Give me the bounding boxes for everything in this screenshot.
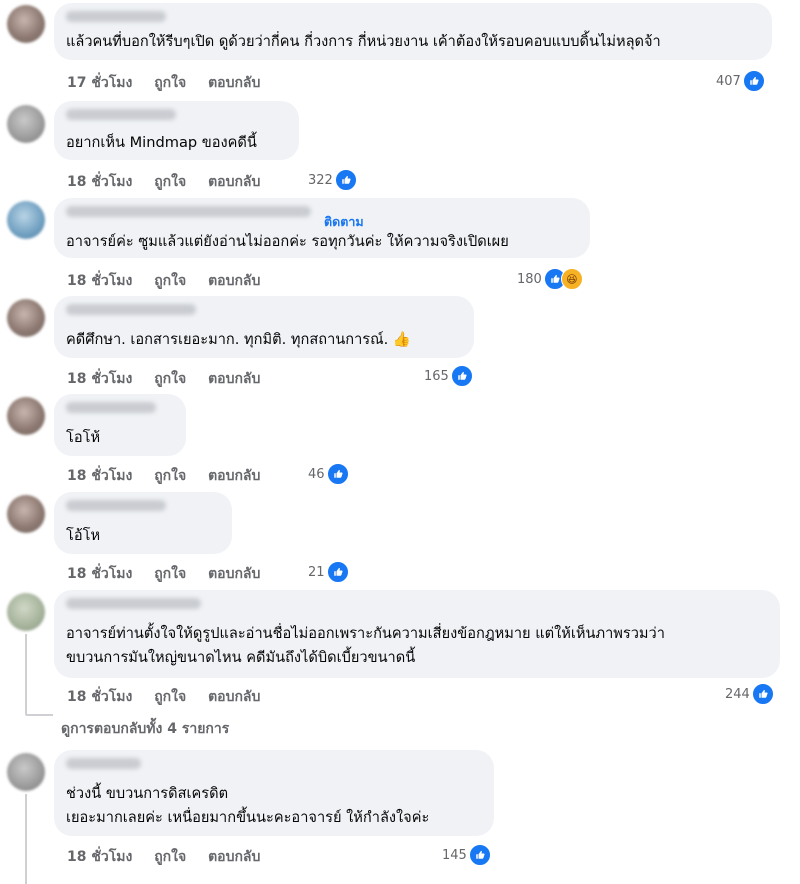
comment-actions: 18 ชั่วโมง ถูกใจ ตอบกลับ xyxy=(67,368,277,390)
like-reaction-icon xyxy=(326,561,349,583)
reaction-summary[interactable]: 145 xyxy=(442,844,491,866)
reaction-count: 180 xyxy=(517,271,542,287)
comment-bubble: โอ้โห xyxy=(54,492,232,554)
reaction-count: 46 xyxy=(308,466,325,482)
avatar[interactable] xyxy=(7,5,45,43)
commenter-name-blurred[interactable] xyxy=(66,11,166,22)
like-reaction-icon xyxy=(334,169,357,191)
reaction-summary[interactable]: 244 xyxy=(725,683,774,705)
commenter-name-blurred[interactable] xyxy=(66,304,196,315)
comment-actions: 18 ชั่วโมง ถูกใจ ตอบกลับ xyxy=(67,686,277,708)
comment-bubble: คดีศึกษา. เอกสารเยอะมาก. ทุกมิติ. ทุกสถา… xyxy=(54,296,474,358)
follow-link[interactable]: ติดตาม xyxy=(324,212,364,232)
commenter-name-blurred[interactable] xyxy=(66,598,201,609)
like-button[interactable]: ถูกใจ xyxy=(154,371,186,387)
comment-bubble: ช่วงนี้ ขบวนการดิสเครดิต เยอะมากเลยค่ะ เ… xyxy=(54,750,494,836)
reply-button[interactable]: ตอบกลับ xyxy=(208,174,260,190)
like-button[interactable]: ถูกใจ xyxy=(154,174,186,190)
comment-actions: 18 ชั่วโมง ถูกใจ ตอบกลับ xyxy=(67,171,277,193)
comment-time[interactable]: 18 ชั่วโมง xyxy=(67,371,132,387)
comment-text: อาจารย์ค่ะ ซูมแล้วแต่ยังอ่านไม่ออกค่ะ รอ… xyxy=(66,233,509,250)
commenter-name-blurred[interactable] xyxy=(66,500,166,511)
like-reaction-icon xyxy=(468,844,491,866)
avatar[interactable] xyxy=(7,299,45,337)
reply-button[interactable]: ตอบกลับ xyxy=(208,273,260,289)
avatar[interactable] xyxy=(7,495,45,533)
commenter-name-blurred[interactable] xyxy=(66,402,156,413)
comment-text: ขบวนการมันใหญ่ขนาดไหน คดีมันถึงได้บิดเบี… xyxy=(66,649,416,666)
reply-button[interactable]: ตอบกลับ xyxy=(208,371,260,387)
like-reaction-icon xyxy=(450,365,473,387)
reaction-count: 244 xyxy=(725,686,750,702)
reply-button[interactable]: ตอบกลับ xyxy=(208,566,260,582)
like-button[interactable]: ถูกใจ xyxy=(154,849,186,865)
comment-actions: 18 ชั่วโมง ถูกใจ ตอบกลับ xyxy=(67,465,277,487)
reply-button[interactable]: ตอบกลับ xyxy=(208,75,260,91)
comment-time[interactable]: 18 ชั่วโมง xyxy=(67,566,132,582)
reaction-summary[interactable]: 165 xyxy=(424,365,473,387)
comment-actions: 18 ชั่วโมง ถูกใจ ตอบกลับ xyxy=(67,846,277,868)
like-button[interactable]: ถูกใจ xyxy=(154,689,186,705)
comment-text: อยากเห็น Mindmap ของคดีนี้ xyxy=(66,134,257,151)
avatar[interactable] xyxy=(7,201,45,239)
reaction-count: 407 xyxy=(716,73,741,89)
comment-text: โอโห้ xyxy=(66,429,101,446)
comment-text: คดีศึกษา. เอกสารเยอะมาก. ทุกมิติ. ทุกสถา… xyxy=(66,331,412,348)
commenter-name-blurred[interactable] xyxy=(66,758,141,769)
like-reaction-icon xyxy=(326,463,349,485)
reaction-count: 21 xyxy=(308,564,325,580)
reaction-summary[interactable]: 407 xyxy=(716,70,765,92)
reaction-summary[interactable]: 21 xyxy=(308,561,349,583)
like-reaction-icon xyxy=(742,70,765,92)
reaction-summary[interactable]: 322 xyxy=(308,169,357,191)
comment-time[interactable]: 18 ชั่วโมง xyxy=(67,849,132,865)
comment-bubble: อาจารย์ท่านตั้งใจให้ดูรูปและอ่านชื่อไม่อ… xyxy=(54,590,780,678)
comment-time[interactable]: 18 ชั่วโมง xyxy=(67,273,132,289)
comment-actions: 18 ชั่วโมง ถูกใจ ตอบกลับ xyxy=(67,563,277,585)
comment-text: อาจารย์ท่านตั้งใจให้ดูรูปและอ่านชื่อไม่อ… xyxy=(66,625,665,642)
like-button[interactable]: ถูกใจ xyxy=(154,75,186,91)
reaction-summary[interactable]: 180 😆 xyxy=(517,268,583,290)
comment-time[interactable]: 18 ชั่วโมง xyxy=(67,689,132,705)
reaction-count: 145 xyxy=(442,847,467,863)
comment-actions: 18 ชั่วโมง ถูกใจ ตอบกลับ xyxy=(67,270,277,292)
haha-reaction-icon: 😆 xyxy=(560,268,583,290)
comment-actions: 17 ชั่วโมง ถูกใจ ตอบกลับ xyxy=(67,72,277,94)
avatar[interactable] xyxy=(7,753,45,791)
like-button[interactable]: ถูกใจ xyxy=(154,566,186,582)
reply-button[interactable]: ตอบกลับ xyxy=(208,689,260,705)
reply-button[interactable]: ตอบกลับ xyxy=(208,849,260,865)
avatar[interactable] xyxy=(7,397,45,435)
comment-bubble: ติดตาม อาจารย์ค่ะ ซูมแล้วแต่ยังอ่านไม่ออ… xyxy=(54,198,590,258)
reply-thread-line xyxy=(25,794,27,884)
avatar[interactable] xyxy=(7,593,45,631)
commenter-name-blurred[interactable] xyxy=(66,109,176,120)
reply-thread-line xyxy=(25,634,27,714)
comment-text: โอ้โห xyxy=(66,527,101,544)
comment-time[interactable]: 17 ชั่วโมง xyxy=(67,75,132,91)
reply-thread-connector xyxy=(25,714,53,716)
commenter-name-blurred[interactable] xyxy=(66,206,311,217)
comment-bubble: อยากเห็น Mindmap ของคดีนี้ xyxy=(54,101,299,160)
comment-time[interactable]: 18 ชั่วโมง xyxy=(67,174,132,190)
comment-bubble: แล้วคนที่บอกให้รีบๆเปิด ดูด้วยว่ากี่คน ก… xyxy=(54,3,772,60)
comment-text: แล้วคนที่บอกให้รีบๆเปิด ดูด้วยว่ากี่คน ก… xyxy=(66,33,661,50)
comment-text: ช่วงนี้ ขบวนการดิสเครดิต xyxy=(66,785,229,802)
like-button[interactable]: ถูกใจ xyxy=(154,273,186,289)
like-reaction-icon xyxy=(751,683,774,705)
avatar[interactable] xyxy=(7,105,45,143)
reaction-count: 322 xyxy=(308,172,333,188)
like-button[interactable]: ถูกใจ xyxy=(154,468,186,484)
comment-bubble: โอโห้ xyxy=(54,394,186,456)
comment-time[interactable]: 18 ชั่วโมง xyxy=(67,468,132,484)
comment-text: เยอะมากเลยค่ะ เหนื่อยมากขึ้นนะคะอาจารย์ … xyxy=(66,809,430,826)
reaction-summary[interactable]: 46 xyxy=(308,463,349,485)
reaction-count: 165 xyxy=(424,368,449,384)
reply-button[interactable]: ตอบกลับ xyxy=(208,468,260,484)
view-replies-link[interactable]: ดูการตอบกลับทั้ง 4 รายการ xyxy=(61,718,229,740)
